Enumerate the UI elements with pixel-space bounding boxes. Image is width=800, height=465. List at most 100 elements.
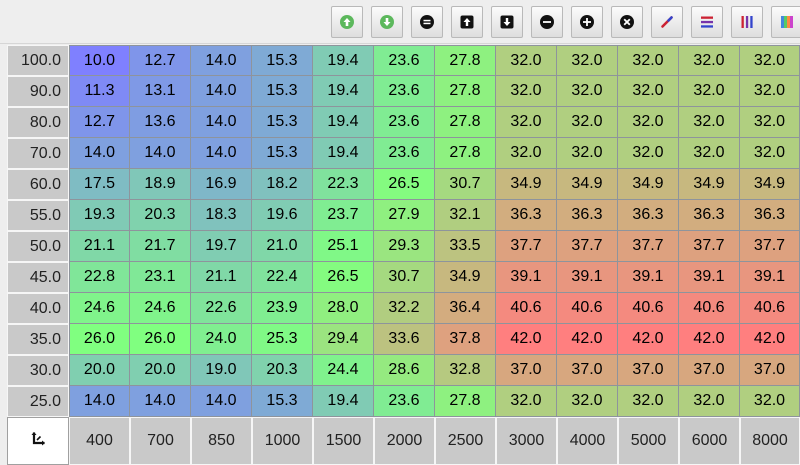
table-cell[interactable]: 34.9 bbox=[435, 262, 496, 293]
table-cell[interactable]: 32.0 bbox=[557, 107, 618, 138]
table-cell[interactable]: 36.3 bbox=[679, 200, 740, 231]
table-cell[interactable]: 37.7 bbox=[557, 231, 618, 262]
column-header[interactable]: 6000 bbox=[679, 417, 740, 465]
table-cell[interactable]: 32.0 bbox=[618, 386, 679, 417]
table-cell[interactable]: 34.9 bbox=[740, 169, 800, 200]
table-cell[interactable]: 13.1 bbox=[130, 76, 191, 107]
table-cell[interactable]: 39.1 bbox=[557, 262, 618, 293]
table-cell[interactable]: 32.0 bbox=[740, 138, 800, 169]
table-cell[interactable]: 19.6 bbox=[252, 200, 313, 231]
minus-circle-button[interactable] bbox=[531, 6, 563, 38]
table-cell[interactable]: 14.0 bbox=[191, 107, 252, 138]
table-cell[interactable]: 14.0 bbox=[69, 386, 130, 417]
table-cell[interactable]: 21.0 bbox=[252, 231, 313, 262]
table-cell[interactable]: 21.1 bbox=[69, 231, 130, 262]
table-cell[interactable]: 15.3 bbox=[252, 107, 313, 138]
table-cell[interactable]: 25.1 bbox=[313, 231, 374, 262]
table-cell[interactable]: 37.0 bbox=[740, 355, 800, 386]
table-cell[interactable]: 40.6 bbox=[618, 293, 679, 324]
table-cell[interactable]: 14.0 bbox=[130, 138, 191, 169]
table-cell[interactable]: 40.6 bbox=[496, 293, 557, 324]
table-cell[interactable]: 29.4 bbox=[313, 324, 374, 355]
table-cell[interactable]: 18.2 bbox=[252, 169, 313, 200]
column-header[interactable]: 1000 bbox=[252, 417, 313, 465]
table-cell[interactable]: 23.6 bbox=[374, 386, 435, 417]
table-cell[interactable]: 22.3 bbox=[313, 169, 374, 200]
table-cell[interactable]: 34.9 bbox=[679, 169, 740, 200]
color-map-button[interactable] bbox=[771, 6, 800, 38]
table-cell[interactable]: 32.0 bbox=[496, 45, 557, 76]
table-cell[interactable]: 24.6 bbox=[69, 293, 130, 324]
row-header[interactable]: 80.0 bbox=[7, 107, 69, 138]
table-cell[interactable]: 26.5 bbox=[313, 262, 374, 293]
equals-circle-button[interactable] bbox=[411, 6, 443, 38]
column-header[interactable]: 400 bbox=[69, 417, 130, 465]
table-cell[interactable]: 27.8 bbox=[435, 76, 496, 107]
table-cell[interactable]: 26.0 bbox=[69, 324, 130, 355]
table-cell[interactable]: 34.9 bbox=[496, 169, 557, 200]
table-cell[interactable]: 19.7 bbox=[191, 231, 252, 262]
swap-axes-button[interactable] bbox=[7, 417, 69, 465]
table-cell[interactable]: 32.0 bbox=[557, 386, 618, 417]
table-cell[interactable]: 29.3 bbox=[374, 231, 435, 262]
column-header[interactable]: 2000 bbox=[374, 417, 435, 465]
vertical-gradient-button[interactable] bbox=[731, 6, 763, 38]
table-cell[interactable]: 34.9 bbox=[618, 169, 679, 200]
table-cell[interactable]: 23.6 bbox=[374, 76, 435, 107]
multiply-circle-button[interactable] bbox=[611, 6, 643, 38]
table-cell[interactable]: 32.0 bbox=[679, 386, 740, 417]
table-cell[interactable]: 23.6 bbox=[374, 138, 435, 169]
table-cell[interactable]: 14.0 bbox=[191, 138, 252, 169]
column-header[interactable]: 5000 bbox=[618, 417, 679, 465]
table-cell[interactable]: 37.7 bbox=[679, 231, 740, 262]
row-header[interactable]: 70.0 bbox=[7, 138, 69, 169]
table-cell[interactable]: 32.0 bbox=[496, 138, 557, 169]
table-cell[interactable]: 22.4 bbox=[252, 262, 313, 293]
table-cell[interactable]: 28.6 bbox=[374, 355, 435, 386]
table-cell[interactable]: 22.8 bbox=[69, 262, 130, 293]
row-header[interactable]: 60.0 bbox=[7, 169, 69, 200]
table-cell[interactable]: 19.0 bbox=[191, 355, 252, 386]
table-cell[interactable]: 23.9 bbox=[252, 293, 313, 324]
table-cell[interactable]: 32.1 bbox=[435, 200, 496, 231]
table-cell[interactable]: 25.3 bbox=[252, 324, 313, 355]
table-cell[interactable]: 19.4 bbox=[313, 107, 374, 138]
table-cell[interactable]: 10.0 bbox=[69, 45, 130, 76]
table-cell[interactable]: 17.5 bbox=[69, 169, 130, 200]
decrement-arrow-down-button[interactable] bbox=[491, 6, 523, 38]
table-cell[interactable]: 36.3 bbox=[557, 200, 618, 231]
table-cell[interactable]: 34.9 bbox=[557, 169, 618, 200]
table-cell[interactable]: 37.0 bbox=[496, 355, 557, 386]
table-cell[interactable]: 23.6 bbox=[374, 107, 435, 138]
column-header[interactable]: 2500 bbox=[435, 417, 496, 465]
table-cell[interactable]: 32.0 bbox=[618, 107, 679, 138]
table-cell[interactable]: 37.0 bbox=[557, 355, 618, 386]
table-cell[interactable]: 14.0 bbox=[69, 138, 130, 169]
row-header[interactable]: 30.0 bbox=[7, 355, 69, 386]
column-header[interactable]: 8000 bbox=[740, 417, 800, 465]
table-cell[interactable]: 19.4 bbox=[313, 386, 374, 417]
table-cell[interactable]: 32.0 bbox=[679, 107, 740, 138]
table-cell[interactable]: 32.0 bbox=[679, 76, 740, 107]
table-cell[interactable]: 19.3 bbox=[69, 200, 130, 231]
table-cell[interactable]: 36.3 bbox=[496, 200, 557, 231]
table-cell[interactable]: 26.5 bbox=[374, 169, 435, 200]
increment-arrow-up-button[interactable] bbox=[451, 6, 483, 38]
table-cell[interactable]: 32.0 bbox=[618, 45, 679, 76]
table-cell[interactable]: 32.0 bbox=[618, 76, 679, 107]
row-header[interactable]: 35.0 bbox=[7, 324, 69, 355]
table-cell[interactable]: 20.0 bbox=[130, 355, 191, 386]
table-cell[interactable]: 19.4 bbox=[313, 45, 374, 76]
table-cell[interactable]: 14.0 bbox=[191, 45, 252, 76]
table-cell[interactable]: 39.1 bbox=[740, 262, 800, 293]
table-cell[interactable]: 33.6 bbox=[374, 324, 435, 355]
table-cell[interactable]: 28.0 bbox=[313, 293, 374, 324]
row-header[interactable]: 90.0 bbox=[7, 76, 69, 107]
table-cell[interactable]: 32.0 bbox=[679, 45, 740, 76]
table-cell[interactable]: 24.4 bbox=[313, 355, 374, 386]
table-cell[interactable]: 27.8 bbox=[435, 386, 496, 417]
table-cell[interactable]: 27.8 bbox=[435, 138, 496, 169]
row-header[interactable]: 25.0 bbox=[7, 386, 69, 417]
table-cell[interactable]: 26.0 bbox=[130, 324, 191, 355]
table-cell[interactable]: 32.0 bbox=[740, 76, 800, 107]
